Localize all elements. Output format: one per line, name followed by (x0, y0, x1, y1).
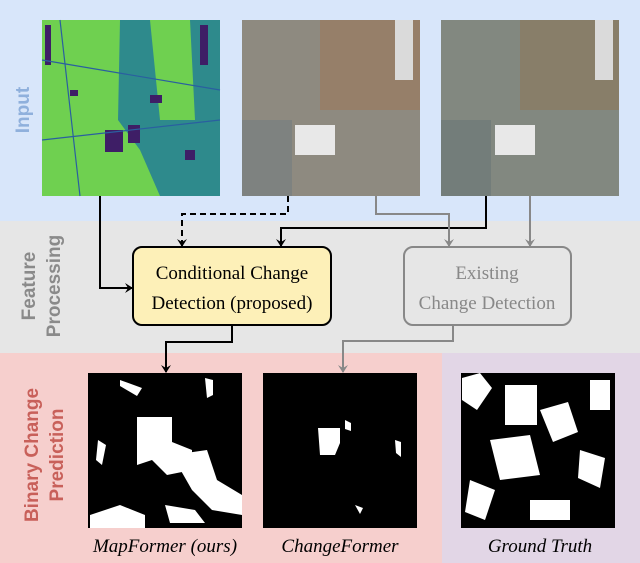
input-map-image (41, 19, 221, 197)
input-image-before (242, 20, 420, 196)
input-image-after (441, 20, 619, 196)
diagram: Input Feature Processing Binary Change P… (0, 0, 640, 563)
ground-truth-image (461, 373, 615, 528)
prediction-row-label-1: Binary Change (22, 388, 43, 522)
prediction-row-label-2: Prediction (47, 409, 68, 502)
caption-mapformer: MapFormer (ours) (92, 536, 237, 557)
proposed-box: Conditional Change Detection (proposed) (132, 246, 332, 326)
changeformer-output-image (263, 373, 417, 528)
mapformer-output-image (88, 373, 242, 528)
caption-ground-truth: Ground Truth (488, 536, 592, 557)
existing-box-line1: Existing (455, 263, 519, 284)
existing-box-line2: Change Detection (419, 293, 556, 314)
proposed-box-line1: Conditional Change (156, 263, 309, 284)
proposed-box-line2: Detection (proposed) (152, 293, 313, 314)
input-row-label: Input (13, 86, 34, 133)
feature-row-label-1: Feature (19, 252, 40, 321)
feature-row-label-2: Processing (44, 235, 65, 337)
caption-changeformer: ChangeFormer (281, 536, 399, 557)
